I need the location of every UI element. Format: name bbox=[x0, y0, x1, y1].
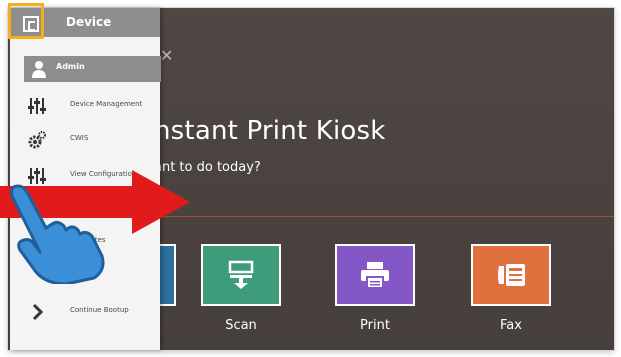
admin-label: Admin bbox=[56, 62, 85, 71]
sidebar-item-continue-bootup[interactable]: Continue Bootup bbox=[28, 300, 160, 324]
sidebar-item-cwis[interactable]: CWIS bbox=[28, 128, 160, 152]
screenshot-frame: ✕ nstant Print Kiosk ant to do today? Sc… bbox=[0, 0, 621, 357]
fax-label: Fax bbox=[500, 318, 522, 333]
print-label: Print bbox=[360, 318, 390, 333]
sidebar-item-label: Continue Bootup bbox=[70, 306, 129, 314]
scan-tile[interactable] bbox=[201, 244, 281, 306]
sliders-icon bbox=[28, 98, 46, 114]
chevron-right-icon bbox=[32, 303, 44, 321]
printer-icon bbox=[361, 262, 389, 289]
kiosk-title: nstant Print Kiosk bbox=[154, 116, 386, 146]
xerox-logo-icon: ✕ bbox=[160, 46, 174, 65]
gears-icon bbox=[28, 131, 46, 149]
fax-tile[interactable] bbox=[471, 244, 551, 306]
divider bbox=[158, 216, 614, 217]
print-tile[interactable] bbox=[335, 244, 415, 306]
sidebar-title: Device bbox=[66, 15, 112, 29]
admin-item[interactable]: Admin bbox=[24, 56, 161, 82]
sidebar-item-label: Device Management bbox=[70, 100, 143, 108]
sidebar-item-device-management[interactable]: Device Management bbox=[28, 94, 160, 118]
fax-icon bbox=[498, 264, 525, 286]
user-icon bbox=[32, 61, 46, 78]
highlight-box bbox=[8, 3, 44, 39]
scan-label: Scan bbox=[225, 318, 257, 333]
sidebar-item-label: CWIS bbox=[70, 134, 89, 142]
scan-icon bbox=[228, 260, 254, 289]
pointing-hand-icon bbox=[10, 184, 105, 284]
